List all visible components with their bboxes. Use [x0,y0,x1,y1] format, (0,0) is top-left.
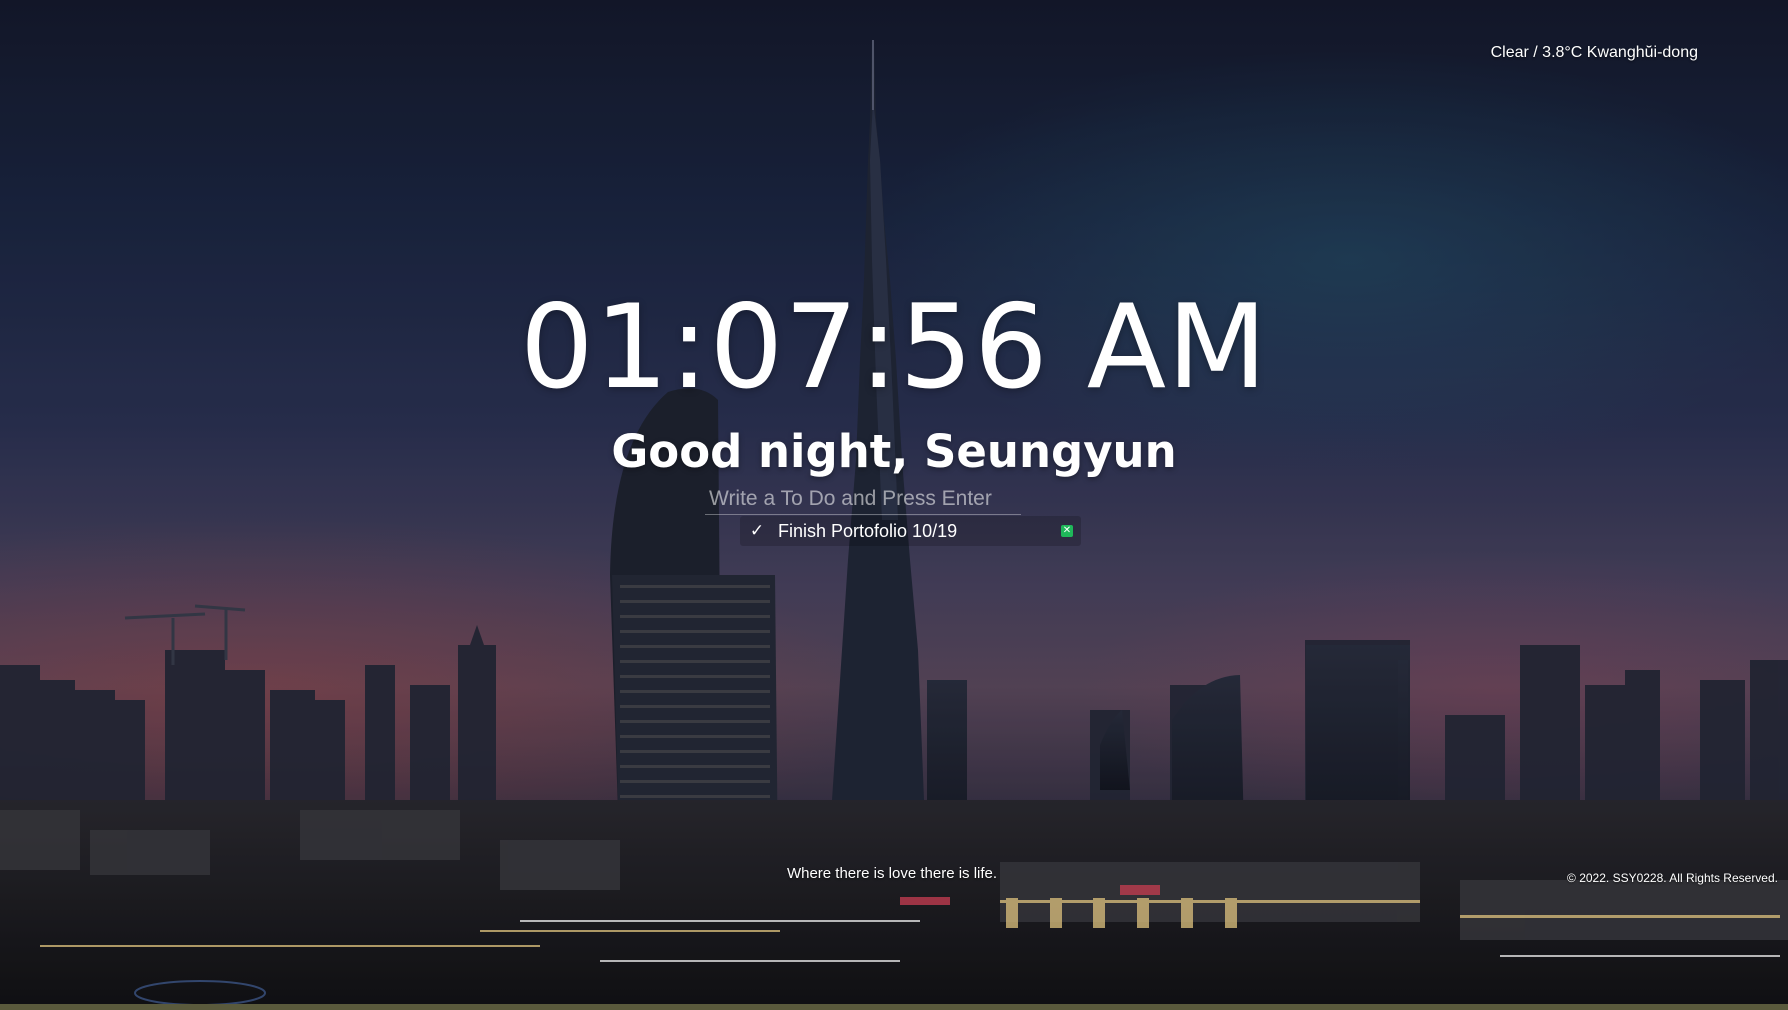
greeting: Good night, Seungyun [611,425,1177,478]
clock: 01:07:56 AM [519,280,1269,415]
checkmark-icon[interactable]: ✓ [746,521,768,541]
todo-form [705,484,1021,515]
close-icon[interactable]: ✕ [1061,525,1073,537]
todo-item: ✓ Finish Portofolio 10/19 ✕ [740,516,1081,546]
todo-list: ✓ Finish Portofolio 10/19 ✕ [740,516,1081,546]
bottom-strip [0,1004,1788,1010]
quote: Where there is love there is life. [786,865,998,882]
weather-info: Clear / 3.8°C Kwanghŭi-dong [1490,44,1698,61]
todo-input[interactable] [705,484,1021,514]
copyright: © 2022. SSY0228. All Rights Reserved. [1567,871,1778,885]
todo-item-text: Finish Portofolio 10/19 [778,520,958,541]
